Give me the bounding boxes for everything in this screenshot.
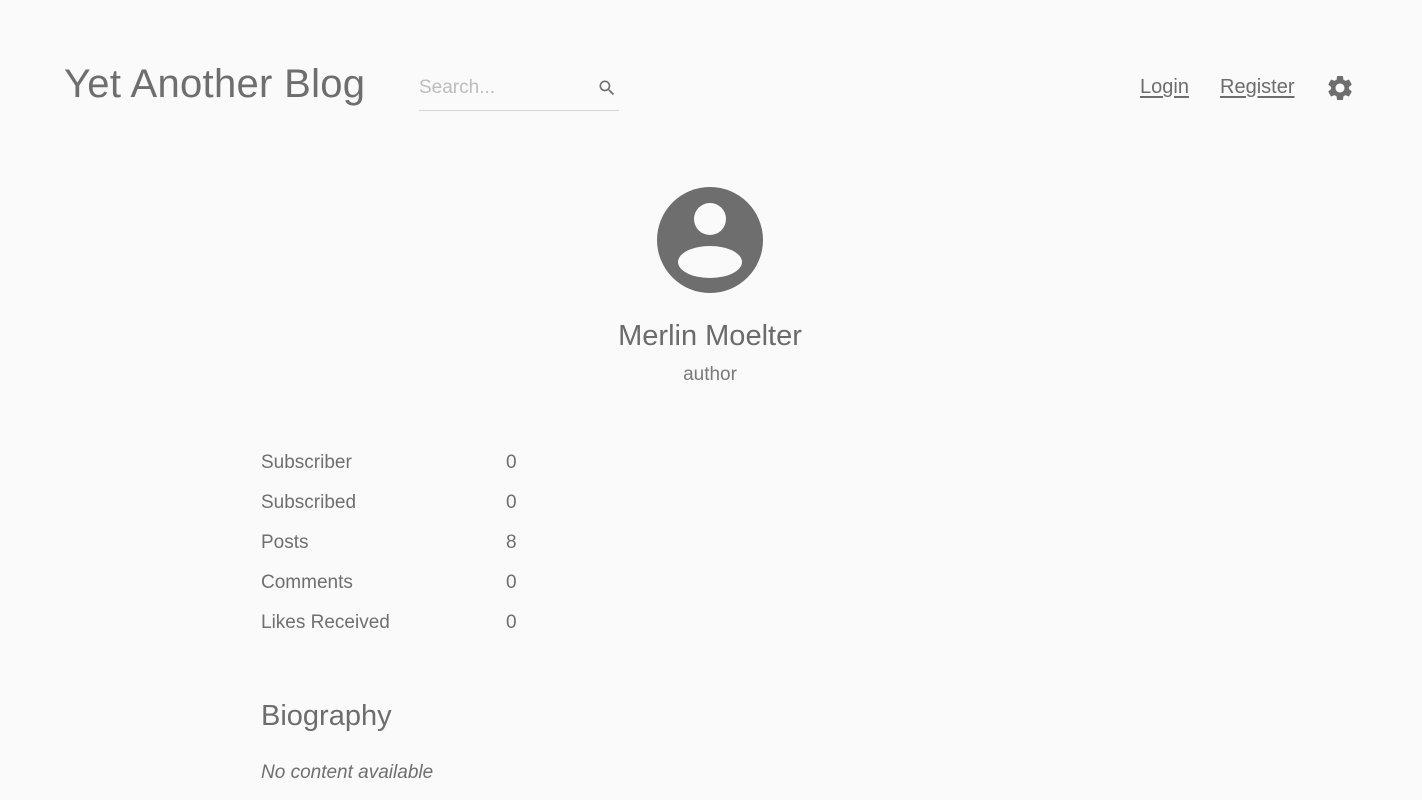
stat-value: 0 xyxy=(506,492,517,513)
account-circle-icon xyxy=(657,187,763,293)
site-title[interactable]: Yet Another Blog xyxy=(64,62,365,107)
stat-value: 0 xyxy=(506,612,517,633)
register-link[interactable]: Register xyxy=(1220,76,1294,99)
profile-role: author xyxy=(683,364,737,385)
gear-icon[interactable] xyxy=(1325,73,1355,103)
stat-label: Subscriber xyxy=(261,452,352,473)
search-input[interactable] xyxy=(419,74,589,102)
stats-list: Subscriber 0 Subscribed 0 Posts 8 Commen… xyxy=(261,450,521,650)
stat-row-subscriber: Subscriber 0 xyxy=(261,450,521,490)
stat-label: Comments xyxy=(261,572,353,593)
stat-label: Likes Received xyxy=(261,612,390,633)
search-box xyxy=(419,70,619,111)
biography-heading: Biography xyxy=(261,700,392,732)
profile-name: Merlin Moelter xyxy=(618,320,802,352)
stat-label: Posts xyxy=(261,532,309,553)
stat-row-comments: Comments 0 xyxy=(261,570,521,610)
login-link[interactable]: Login xyxy=(1140,76,1189,99)
stat-row-likes-received: Likes Received 0 xyxy=(261,610,521,650)
biography-content: No content available xyxy=(261,762,434,783)
profile-page: Yet Another Blog Login Register Merlin M… xyxy=(0,0,1422,800)
stat-value: 0 xyxy=(506,572,517,593)
stat-row-subscribed: Subscribed 0 xyxy=(261,490,521,530)
stat-value: 0 xyxy=(506,452,517,473)
search-icon[interactable] xyxy=(597,78,617,98)
stat-row-posts: Posts 8 xyxy=(261,530,521,570)
stat-value: 8 xyxy=(506,532,517,553)
stat-label: Subscribed xyxy=(261,492,357,513)
